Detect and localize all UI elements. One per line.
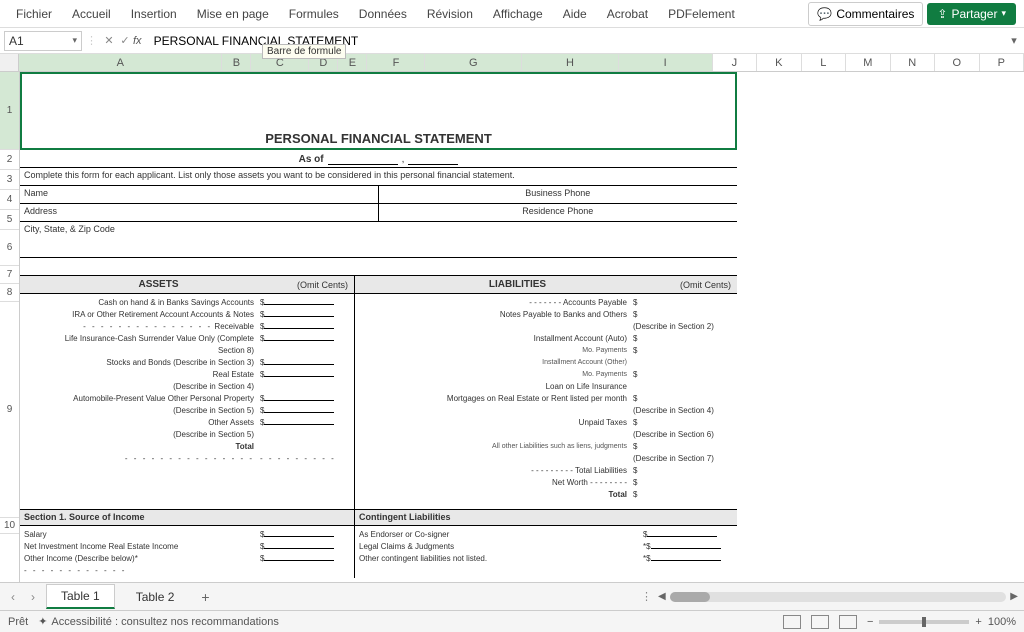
row-header-8[interactable]: 8 <box>0 284 19 302</box>
fx-icon[interactable]: fx <box>133 35 142 47</box>
status-ready: Prêt <box>8 616 28 628</box>
row-header-2[interactable]: 2 <box>0 150 19 170</box>
scroll-left-icon[interactable]: ◀ <box>658 591 666 602</box>
row-headers: 1 2 3 4 5 6 7 8 9 10 <box>0 72 20 582</box>
menu-layout[interactable]: Mise en page <box>189 3 277 25</box>
col-header-h[interactable]: H <box>522 54 619 71</box>
col-header-m[interactable]: M <box>846 54 890 71</box>
col-header-o[interactable]: O <box>935 54 979 71</box>
scroll-right-icon[interactable]: ▶ <box>1010 591 1018 602</box>
zoom-in-button[interactable]: + <box>975 616 981 628</box>
row-header-7[interactable]: 7 <box>0 266 19 284</box>
menu-file[interactable]: Fichier <box>8 3 60 25</box>
name-field: Name <box>20 186 379 203</box>
accessibility-icon: ✦ <box>38 615 47 628</box>
col-header-n[interactable]: N <box>891 54 935 71</box>
menu-help[interactable]: Aide <box>555 3 595 25</box>
column-headers: A B C D E F G H I J K L M N O P <box>0 54 1024 72</box>
row-header-4[interactable]: 4 <box>0 190 19 210</box>
document-content: PERSONAL FINANCIAL STATEMENT As of , Com… <box>20 72 737 578</box>
menu-acrobat[interactable]: Acrobat <box>599 3 656 25</box>
assets-liabilities-header: ASSETS(Omit Cents) LIABILITIES(Omit Cent… <box>20 276 737 294</box>
menu-data[interactable]: Données <box>351 3 415 25</box>
col-header-p[interactable]: P <box>980 54 1024 71</box>
menu-formulas[interactable]: Formules <box>281 3 347 25</box>
menu-bar: Fichier Accueil Insertion Mise en page F… <box>0 0 1024 28</box>
menu-pdfelement[interactable]: PDFelement <box>660 3 743 25</box>
col-header-j[interactable]: J <box>713 54 757 71</box>
formula-bar: A1▾ ⋮ ✕ ✓ fx ▾ Barre de formule <box>0 28 1024 54</box>
view-page-layout-icon[interactable] <box>811 615 829 629</box>
zoom-out-button[interactable]: − <box>867 616 873 628</box>
name-box[interactable]: A1▾ <box>4 31 82 51</box>
status-bar: Prêt ✦Accessibilité : consultez nos reco… <box>0 610 1024 632</box>
col-header-g[interactable]: G <box>425 54 522 71</box>
menu-review[interactable]: Révision <box>419 3 481 25</box>
col-header-i[interactable]: I <box>619 54 713 71</box>
accept-formula-button[interactable]: ✓ <box>117 34 133 47</box>
zoom-slider[interactable] <box>879 620 969 624</box>
view-page-break-icon[interactable] <box>839 615 857 629</box>
col-header-k[interactable]: K <box>757 54 801 71</box>
sheet-tab-table1[interactable]: Table 1 <box>46 584 115 609</box>
row-header-5[interactable]: 5 <box>0 210 19 230</box>
instructions: Complete this form for each applicant. L… <box>20 168 737 186</box>
view-normal-icon[interactable] <box>783 615 801 629</box>
business-phone-field: Business Phone <box>379 186 738 203</box>
liabilities-column: - - - - - - - Accounts Payable$ Notes Pa… <box>355 294 737 509</box>
chevron-down-icon: ▾ <box>1001 8 1006 19</box>
menu-view[interactable]: Affichage <box>485 3 551 25</box>
sheet-tab-table2[interactable]: Table 2 <box>121 585 190 609</box>
city-state-zip-field: City, State, & Zip Code <box>20 222 737 257</box>
row-header-6[interactable]: 6 <box>0 230 19 266</box>
select-all-corner[interactable] <box>0 54 19 71</box>
chevron-down-icon[interactable]: ▾ <box>72 35 77 46</box>
row-header-3[interactable]: 3 <box>0 170 19 190</box>
doc-title[interactable]: PERSONAL FINANCIAL STATEMENT <box>20 72 737 150</box>
scroll-options-icon[interactable]: ⋮ <box>641 590 652 603</box>
col-header-b[interactable]: B <box>222 54 251 71</box>
add-sheet-button[interactable]: + <box>195 589 215 605</box>
menu-home[interactable]: Accueil <box>64 3 119 25</box>
tab-next-button[interactable]: › <box>26 590 40 604</box>
row-header-1[interactable]: 1 <box>0 72 19 150</box>
share-icon: ⇪ <box>937 7 947 21</box>
zoom-control: − + 100% <box>867 616 1016 628</box>
asof-row: As of , <box>20 150 737 168</box>
col-header-f[interactable]: F <box>367 54 425 71</box>
share-button[interactable]: ⇪Partager▾ <box>927 3 1016 25</box>
comment-icon: 💬 <box>817 7 832 21</box>
row-header-9[interactable]: 9 <box>0 302 19 518</box>
sheet-area: 1 2 3 4 5 6 7 8 9 10 PERSONAL FINANCIAL … <box>0 72 1024 582</box>
section-1-header: Section 1. Source of Income Contingent L… <box>20 510 737 526</box>
grid[interactable]: PERSONAL FINANCIAL STATEMENT As of , Com… <box>20 72 1024 582</box>
residence-phone-field: Residence Phone <box>379 204 738 221</box>
cancel-formula-button[interactable]: ✕ <box>101 34 117 47</box>
menu-insert[interactable]: Insertion <box>123 3 185 25</box>
col-header-a[interactable]: A <box>19 54 222 71</box>
col-header-l[interactable]: L <box>802 54 846 71</box>
tab-prev-button[interactable]: ‹ <box>6 590 20 604</box>
row-header-10[interactable]: 10 <box>0 518 19 534</box>
income-body: Salary$ Net Investment Income Real Estat… <box>20 526 737 578</box>
formula-bar-tooltip: Barre de formule <box>262 44 346 59</box>
assets-liabilities-body: Cash on hand & in Banks Savings Accounts… <box>20 294 737 510</box>
zoom-level[interactable]: 100% <box>988 616 1016 628</box>
accessibility-button[interactable]: ✦Accessibilité : consultez nos recommand… <box>38 615 279 628</box>
assets-column: Cash on hand & in Banks Savings Accounts… <box>20 294 355 509</box>
expand-formula-button[interactable]: ▾ <box>1004 34 1024 47</box>
address-field: Address <box>20 204 379 221</box>
horizontal-scrollbar[interactable]: ◀ ▶ <box>658 591 1018 602</box>
sheet-tab-bar: ‹ › Table 1 Table 2 + ⋮ ◀ ▶ <box>0 582 1024 610</box>
scrollbar-thumb[interactable] <box>670 592 710 602</box>
comments-button[interactable]: 💬Commentaires <box>808 2 923 26</box>
